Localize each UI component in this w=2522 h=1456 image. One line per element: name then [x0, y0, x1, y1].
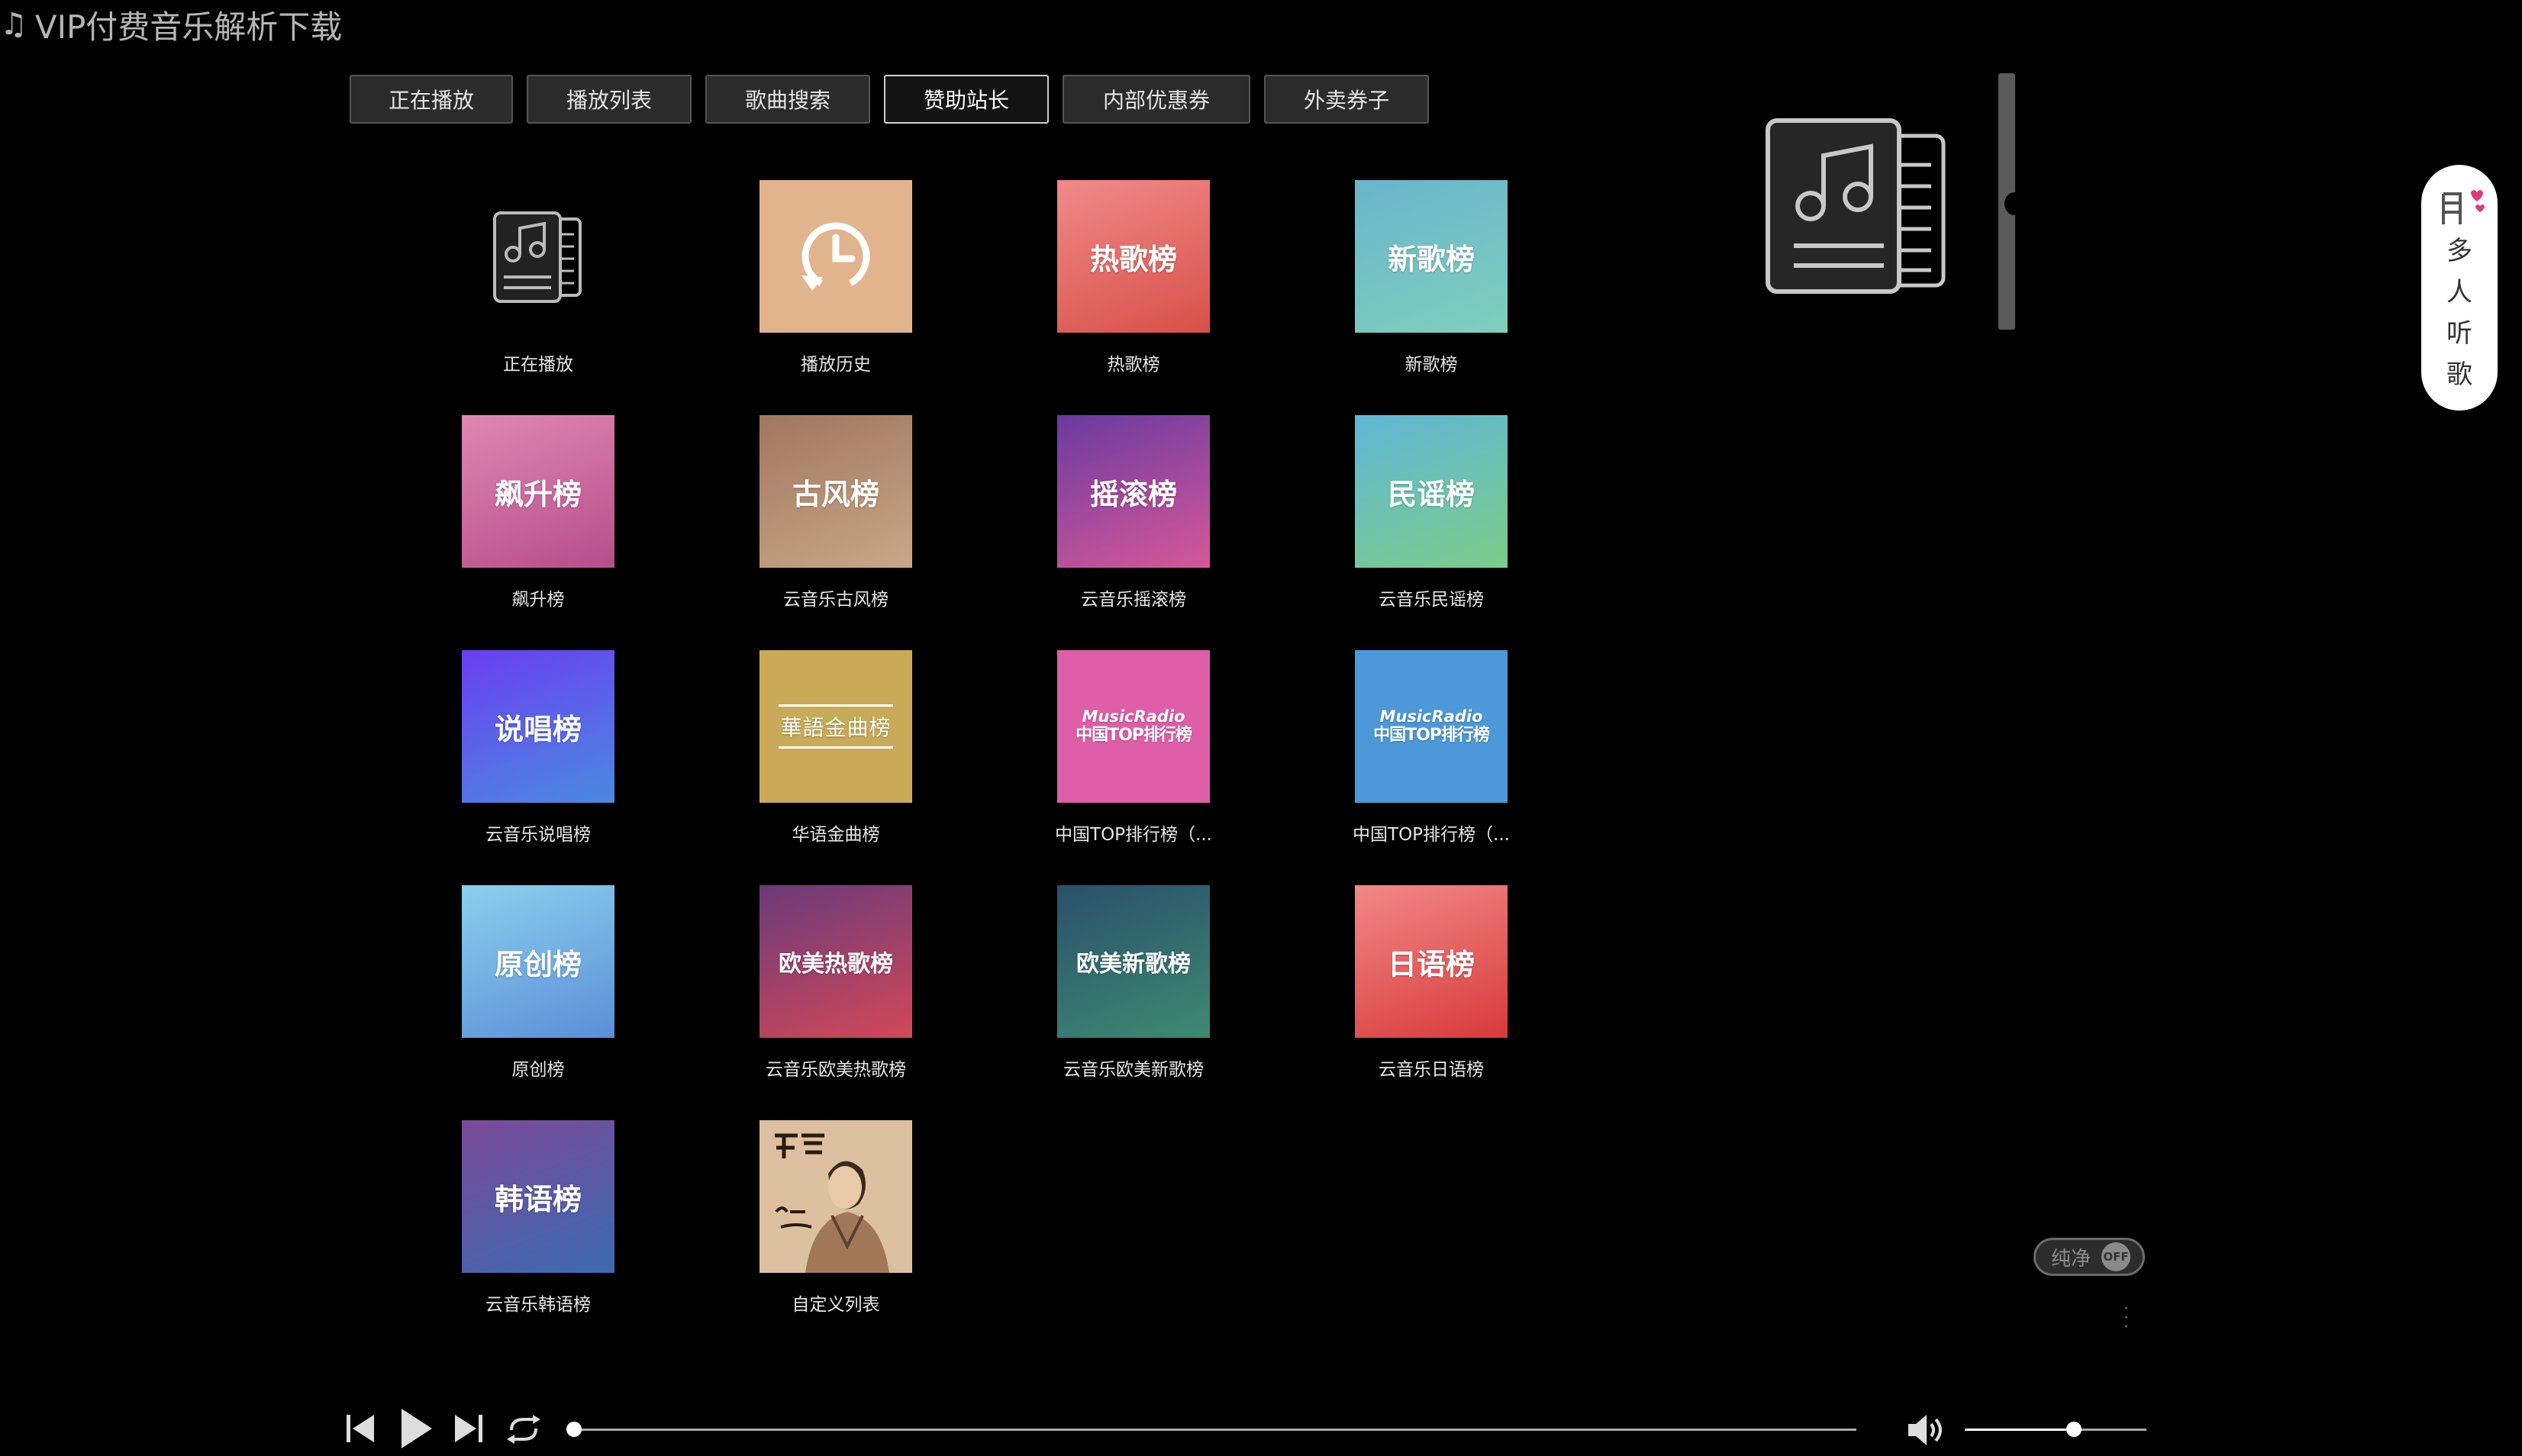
- playlist-label: 云音乐说唱榜: [485, 825, 591, 845]
- playlist-item[interactable]: 民谣榜 云音乐民谣榜: [1282, 415, 1580, 650]
- volume-icon[interactable]: [1907, 1413, 1948, 1447]
- playlist-item[interactable]: 古风榜 云音乐古风榜: [687, 415, 985, 650]
- tab-coupons[interactable]: 内部优惠券: [1063, 75, 1250, 124]
- playlist-cover[interactable]: 新歌榜: [1355, 180, 1508, 333]
- playlist-item[interactable]: 欧美新歌榜 云音乐欧美新歌榜: [985, 885, 1282, 1120]
- playlist-label: 原创榜: [511, 1060, 565, 1080]
- playlist-label: 云音乐摇滚榜: [1081, 590, 1186, 610]
- tab-song-search[interactable]: 歌曲搜索: [705, 75, 870, 124]
- playlist-label: 新歌榜: [1405, 355, 1458, 375]
- music-doc-icon: [493, 211, 582, 303]
- musicradio-logo-line1: MusicRadio: [1379, 707, 1483, 726]
- current-cover[interactable]: [1765, 118, 1954, 304]
- playlist-cover[interactable]: [760, 180, 912, 333]
- playlist-item[interactable]: 正在播放: [389, 180, 687, 415]
- playlist-label: 云音乐日语榜: [1379, 1060, 1484, 1080]
- playlist-label: 中国TOP排行榜（...: [1055, 825, 1212, 845]
- playlist-item[interactable]: 自定义列表: [687, 1120, 985, 1355]
- playlist-cover[interactable]: [462, 180, 614, 333]
- progress-bar[interactable]: [574, 1429, 1856, 1431]
- playlist-item[interactable]: 原创榜 原创榜: [389, 885, 687, 1120]
- multi-listen-char: 听: [2446, 318, 2472, 349]
- playlist-cover[interactable]: 原创榜: [462, 885, 614, 1038]
- tab-now-playing[interactable]: 正在播放: [350, 75, 513, 124]
- playlist-label: 飙升榜: [511, 590, 565, 610]
- tab-takeout-coupons[interactable]: 外卖券子: [1264, 75, 1429, 124]
- playlist-label: 自定义列表: [792, 1295, 880, 1315]
- playlist-cover[interactable]: MusicRadio 中国TOP排行榜: [1355, 650, 1508, 803]
- playlist-cover[interactable]: 民谣榜: [1355, 415, 1508, 568]
- prev-icon[interactable]: [345, 1412, 376, 1445]
- playlist-item[interactable]: 華語金曲榜 华语金曲榜: [687, 650, 985, 885]
- progress-knob[interactable]: [566, 1422, 582, 1437]
- playlist-cover[interactable]: 古风榜: [760, 415, 912, 568]
- more-dots-icon[interactable]: · · ·: [2124, 1301, 2129, 1336]
- playlist-item[interactable]: 韩语榜 云音乐韩语榜: [389, 1120, 687, 1355]
- music-doc-icon: [1766, 118, 1946, 294]
- app-title: ♫ VIP付费音乐解析下载: [0, 3, 342, 46]
- music-note-icon: ♫: [0, 7, 27, 42]
- playlist-cover[interactable]: [760, 1120, 912, 1273]
- playlist-item[interactable]: 播放历史: [687, 180, 985, 415]
- playlist-cover[interactable]: 欧美新歌榜: [1057, 885, 1210, 1038]
- playlist-cover[interactable]: 飙升榜: [462, 415, 614, 568]
- next-icon[interactable]: [453, 1412, 484, 1445]
- playlist-item[interactable]: MusicRadio 中国TOP排行榜 中国TOP排行榜（...: [1282, 650, 1580, 885]
- playlist-cover[interactable]: 热歌榜: [1057, 180, 1210, 333]
- playlist-grid: 正在播放 播放历史 热歌榜 热歌榜 新歌榜 新歌榜 飙升榜 飙升榜 古风榜 云音…: [389, 180, 1580, 1355]
- volume-knob[interactable]: [2066, 1422, 2082, 1437]
- artist-photo: [760, 1120, 912, 1273]
- app-title-text: VIP付费音乐解析下载: [34, 8, 343, 46]
- pure-mode-knob: OFF: [2101, 1242, 2131, 1271]
- playlist-cover[interactable]: 摇滚榜: [1057, 415, 1210, 568]
- musicradio-logo: MusicRadio 中国TOP排行榜: [1076, 709, 1192, 744]
- playlist-cover[interactable]: 说唱榜: [462, 650, 614, 803]
- playlist-item[interactable]: 日语榜 云音乐日语榜: [1282, 885, 1580, 1120]
- playlist-cover[interactable]: 韩语榜: [462, 1120, 614, 1273]
- playlist-item[interactable]: 欧美热歌榜 云音乐欧美热歌榜: [687, 885, 985, 1120]
- pure-mode-label: 纯净: [2051, 1247, 2091, 1271]
- playlist-item[interactable]: 说唱榜 云音乐说唱榜: [389, 650, 687, 885]
- playlist-cover[interactable]: 欧美热歌榜: [760, 885, 912, 1038]
- loop-icon[interactable]: [505, 1413, 542, 1445]
- musicradio-logo-line2: 中国TOP排行榜: [1373, 726, 1490, 745]
- history-icon: [801, 222, 870, 291]
- playlist-label: 热歌榜: [1107, 355, 1160, 375]
- playlist-item[interactable]: MusicRadio 中国TOP排行榜 中国TOP排行榜（...: [985, 650, 1282, 885]
- playlist-item[interactable]: 新歌榜 新歌榜: [1282, 180, 1580, 415]
- musicradio-logo-line1: MusicRadio: [1082, 707, 1185, 726]
- huayu-logo: 華語金曲榜: [779, 704, 893, 749]
- musicradio-logo: MusicRadio 中国TOP排行榜: [1373, 707, 1490, 745]
- playlist-item[interactable]: 飙升榜 飙升榜: [389, 415, 687, 650]
- play-icon[interactable]: [398, 1407, 434, 1450]
- multi-listen-button[interactable]: 多 人 听 歌: [2421, 165, 2498, 411]
- musicradio-logo-line2: 中国TOP排行榜: [1076, 726, 1192, 745]
- playlist-item[interactable]: 摇滚榜 云音乐摇滚榜: [985, 415, 1282, 650]
- pure-mode-toggle[interactable]: 纯净 OFF: [2033, 1238, 2145, 1276]
- playlist-label: 华语金曲榜: [792, 825, 880, 845]
- playlist-cover[interactable]: MusicRadio 中国TOP排行榜: [1057, 650, 1210, 803]
- playlist-cover[interactable]: 日语榜: [1355, 885, 1508, 1038]
- drawer-knob[interactable]: [2004, 192, 2024, 215]
- multi-listen-char: 歌: [2446, 359, 2472, 390]
- player-bar: [0, 1401, 2522, 1456]
- tab-sponsor[interactable]: 赞助站长: [884, 75, 1049, 124]
- tab-playlist[interactable]: 播放列表: [527, 75, 692, 124]
- playlist-item[interactable]: 热歌榜 热歌榜: [985, 180, 1282, 415]
- playlist-label: 正在播放: [503, 355, 573, 375]
- music-heart-icon: [2442, 190, 2485, 224]
- playlist-label: 云音乐民谣榜: [1379, 590, 1484, 610]
- playlist-label: 云音乐古风榜: [783, 590, 889, 610]
- playlist-label: 云音乐欧美新歌榜: [1063, 1060, 1204, 1080]
- playlist-label: 云音乐韩语榜: [485, 1295, 591, 1315]
- playlist-label: 云音乐欧美热歌榜: [766, 1060, 906, 1080]
- playlist-label: 中国TOP排行榜（...: [1353, 825, 1510, 845]
- volume-fill: [1965, 1429, 2074, 1431]
- top-tabs: 正在播放 播放列表 歌曲搜索 赞助站长 内部优惠券 外卖券子: [350, 75, 1429, 124]
- multi-listen-char: 人: [2446, 277, 2472, 308]
- playlist-label: 播放历史: [801, 355, 871, 375]
- playlist-cover[interactable]: 華語金曲榜: [760, 650, 912, 803]
- multi-listen-char: 多: [2446, 236, 2472, 266]
